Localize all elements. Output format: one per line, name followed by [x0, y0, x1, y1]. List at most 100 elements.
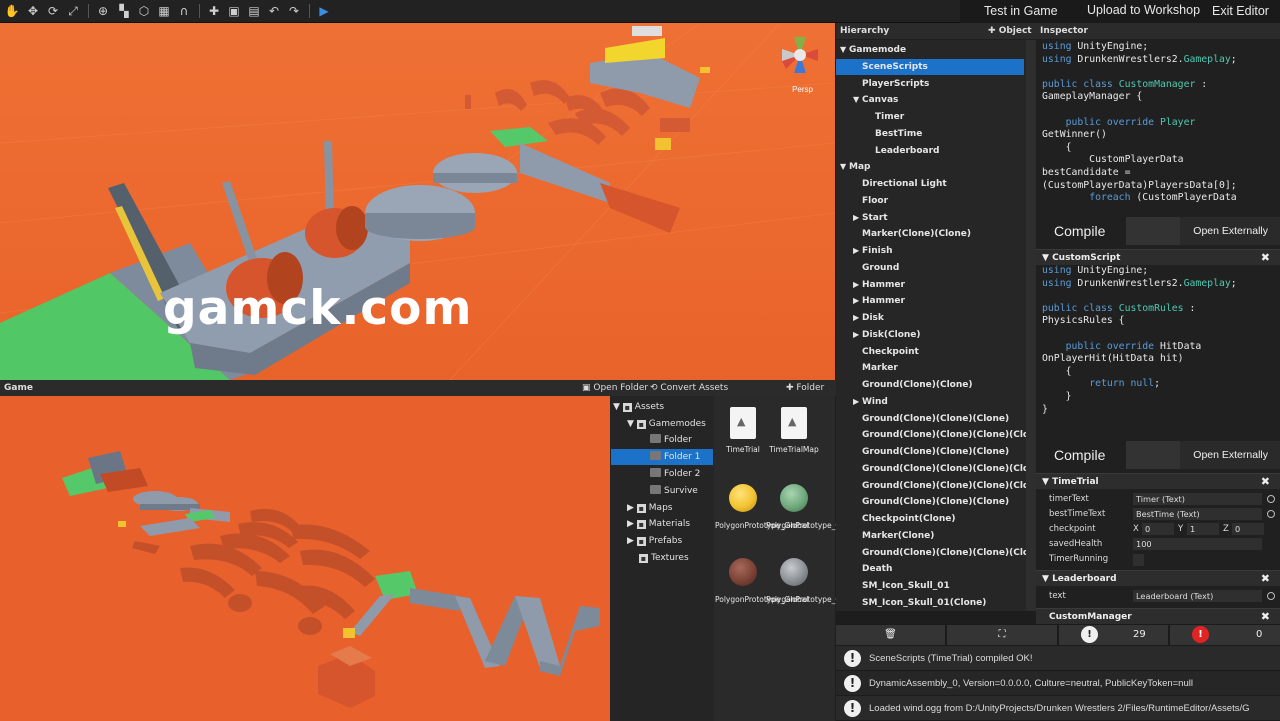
hierarchy-scrollbar[interactable] [1026, 40, 1036, 611]
scene-view[interactable]: Persp gamck.com [0, 23, 835, 380]
open-folder-button[interactable]: ▣ Open Folder [582, 380, 648, 396]
inspector-panel[interactable]: using UnityEngine; using DrunkenWrestler… [1036, 40, 1280, 624]
exit-editor-button[interactable]: Exit Editor [1212, 4, 1269, 18]
console-log-list[interactable]: ! SceneScripts (TimeTrial) compiled OK! … [836, 646, 1280, 721]
tree-item-textures[interactable]: ▪ Textures [639, 550, 713, 566]
object-picker-icon[interactable] [1267, 510, 1275, 518]
hand-tool-icon[interactable]: ✋ [4, 3, 20, 19]
code-editor-custom-manager[interactable]: using UnityEngine; using DrunkenWrestler… [1042, 41, 1237, 205]
hierarchy-item[interactable]: Checkpoint [836, 344, 1024, 360]
field-best-time[interactable]: BestTime (Text) [1133, 508, 1262, 520]
hierarchy-item[interactable]: ▶ Disk(Clone) [836, 327, 1024, 343]
collapse-button[interactable]: ⛶ [947, 625, 1057, 645]
tree-item-folder-2[interactable]: Folder 2 [650, 466, 713, 482]
hierarchy-item[interactable]: Ground(Clone)(Clone)(Clone)(Clone)(Clone… [836, 461, 1026, 477]
collapse-arrow-icon[interactable]: ▶ [853, 210, 862, 226]
expand-arrow-icon[interactable]: ▼ [840, 159, 849, 175]
folder-tree[interactable]: ▼ ▪ Assets ▼ ▪ Gamemodes Folder Folder 1 F… [610, 396, 714, 721]
field-checkpoint-x[interactable]: 0 [1142, 523, 1174, 535]
open-externally-button[interactable]: Open Externally [1193, 441, 1268, 469]
hierarchy-item[interactable]: Death [836, 561, 1024, 577]
collapse-arrow-icon[interactable]: ▶ [853, 394, 862, 410]
log-entry[interactable]: ! DynamicAssembly_0, Version=0.0.0.0, Cu… [836, 671, 1280, 696]
play-icon[interactable]: ▶ [316, 3, 332, 19]
collapse-arrow-icon[interactable]: ▶ [853, 277, 862, 293]
test-in-game-button[interactable]: Test in Game [984, 4, 1058, 18]
compile-button[interactable]: Compile [1036, 217, 1126, 245]
projection-label[interactable]: Persp [792, 85, 813, 94]
tree-item-maps[interactable]: ▶ ▪ Maps [627, 500, 713, 516]
tree-item-survive[interactable]: Survive [650, 483, 713, 499]
add-folder-button[interactable]: ✚ Folder [786, 380, 824, 396]
collapse-arrow-icon[interactable]: ▶ [853, 310, 862, 326]
hexagon-icon[interactable]: ⬡ [136, 3, 152, 19]
hierarchy-item[interactable]: ▶ Start [836, 210, 1024, 226]
component-header-timetrial[interactable]: ▼ TimeTrial ✖ [1036, 473, 1280, 489]
hierarchy-item[interactable]: Ground(Clone)(Clone)(Clone)(Clone) [836, 478, 1026, 494]
hierarchy-item[interactable]: Ground(Clone)(Clone)(Clone) [836, 411, 1024, 427]
hierarchy-item[interactable]: ▶ Disk [836, 310, 1024, 326]
hierarchy-item[interactable]: ▶ Finish [836, 243, 1024, 259]
asset-item[interactable]: PolygonPrototype_Global [766, 484, 859, 530]
tree-item-prefabs[interactable]: ▶ ▪ Prefabs [627, 533, 713, 549]
hierarchy-item[interactable]: ▼ Map [836, 159, 1024, 175]
hierarchy-item[interactable]: ▶ Hammer [836, 277, 1024, 293]
hierarchy-item[interactable]: PlayerScripts [836, 76, 1024, 92]
rotate-tool-icon[interactable]: ⟳ [45, 3, 61, 19]
object-picker-icon[interactable] [1267, 592, 1275, 600]
move-tool-icon[interactable]: ✥ [25, 3, 41, 19]
hierarchy-item[interactable]: Marker [836, 360, 1024, 376]
globe-icon[interactable]: ⊕ [95, 3, 111, 19]
asset-item[interactable]: PolygonPrototype_Global [715, 558, 808, 604]
undo-icon[interactable]: ↶ [266, 3, 282, 19]
component-header-leaderboard[interactable]: ▼ Leaderboard ✖ [1036, 570, 1280, 586]
tree-item-gamemodes[interactable]: ▼ ▪ Gamemodes [627, 416, 713, 432]
hierarchy-item[interactable]: SM_Icon_Skull_01 [836, 578, 1024, 594]
object-picker-icon[interactable] [1267, 495, 1275, 503]
field-saved-health[interactable]: 100 [1133, 538, 1262, 550]
hierarchy-item[interactable]: SM_Icon_Skull_01(Clone) [836, 595, 1024, 611]
clear-console-button[interactable]: 🗑 [836, 625, 945, 645]
hierarchy-item[interactable]: Ground(Clone)(Clone)(Clone)(Clone) [836, 427, 1026, 443]
tree-item-assets[interactable]: ▼ ▪ Assets [613, 399, 713, 415]
add-object-button[interactable]: ✚ Object [988, 23, 1032, 39]
hierarchy-item[interactable]: ▶ Hammer [836, 293, 1024, 309]
tree-item-materials[interactable]: ▶ ▪ Materials [627, 516, 713, 532]
asset-item[interactable]: PolygonPrototype_Global [715, 484, 808, 530]
game-view[interactable] [0, 396, 610, 721]
add-icon[interactable]: ✚ [206, 3, 222, 19]
checkbox-timer-running[interactable] [1133, 554, 1144, 566]
tree-item-folder[interactable]: Folder [650, 432, 713, 448]
hierarchy-item[interactable]: ▼ Gamemode [836, 42, 1024, 58]
hierarchy-item[interactable]: ▶ Wind [836, 394, 1024, 410]
code-editor-custom-script[interactable]: using UnityEngine; using DrunkenWrestler… [1042, 265, 1237, 416]
close-icon[interactable]: ✖ [1261, 474, 1270, 490]
field-timer-text[interactable]: Timer (Text) [1133, 493, 1262, 505]
hierarchy-item[interactable]: ▼ Canvas [836, 92, 1024, 108]
hierarchy-item[interactable]: Ground(Clone)(Clone)(Clone)(Clone) [836, 545, 1026, 561]
hierarchy-item[interactable]: SceneScripts [836, 58, 1024, 75]
component-header-customscript[interactable]: ▼ CustomScript ✖ [1036, 249, 1280, 265]
field-checkpoint-z[interactable]: 0 [1232, 523, 1264, 535]
save-icon[interactable]: ▣ [226, 3, 242, 19]
hierarchy-item[interactable]: Marker(Clone)(Clone) [836, 226, 1024, 242]
collapse-arrow-icon[interactable]: ▶ [853, 293, 862, 309]
hierarchy-item[interactable]: Floor [836, 193, 1024, 209]
hierarchy-list[interactable]: ▼ Gamemode SceneScripts PlayerScripts ▼ Canva… [836, 40, 1026, 611]
pivot-icon[interactable]: ▚ [116, 3, 132, 19]
close-icon[interactable]: ✖ [1261, 250, 1270, 266]
compile-button[interactable]: Compile [1036, 441, 1126, 469]
save-as-icon[interactable]: ▤ [246, 3, 262, 19]
close-icon[interactable]: ✖ [1261, 571, 1270, 587]
hierarchy-item[interactable]: Checkpoint(Clone) [836, 511, 1024, 527]
tree-item-folder-1[interactable]: Folder 1 [611, 449, 713, 465]
asset-grid[interactable]: ▲ TimeTrial ▲ TimeTrialMap PolygonProtot… [714, 396, 859, 721]
hierarchy-item[interactable]: Ground(Clone)(Clone)(Clone) [836, 494, 1024, 510]
expand-arrow-icon[interactable]: ▼ [840, 42, 849, 58]
hierarchy-item[interactable]: Leaderboard [836, 143, 1024, 159]
magnet-icon[interactable]: ∩ [176, 3, 192, 19]
hierarchy-item[interactable]: Timer [836, 109, 1024, 125]
hierarchy-item[interactable]: Directional Light [836, 176, 1024, 192]
close-icon[interactable]: ✖ [1261, 609, 1270, 624]
hierarchy-item[interactable]: Ground(Clone)(Clone) [836, 377, 1024, 393]
